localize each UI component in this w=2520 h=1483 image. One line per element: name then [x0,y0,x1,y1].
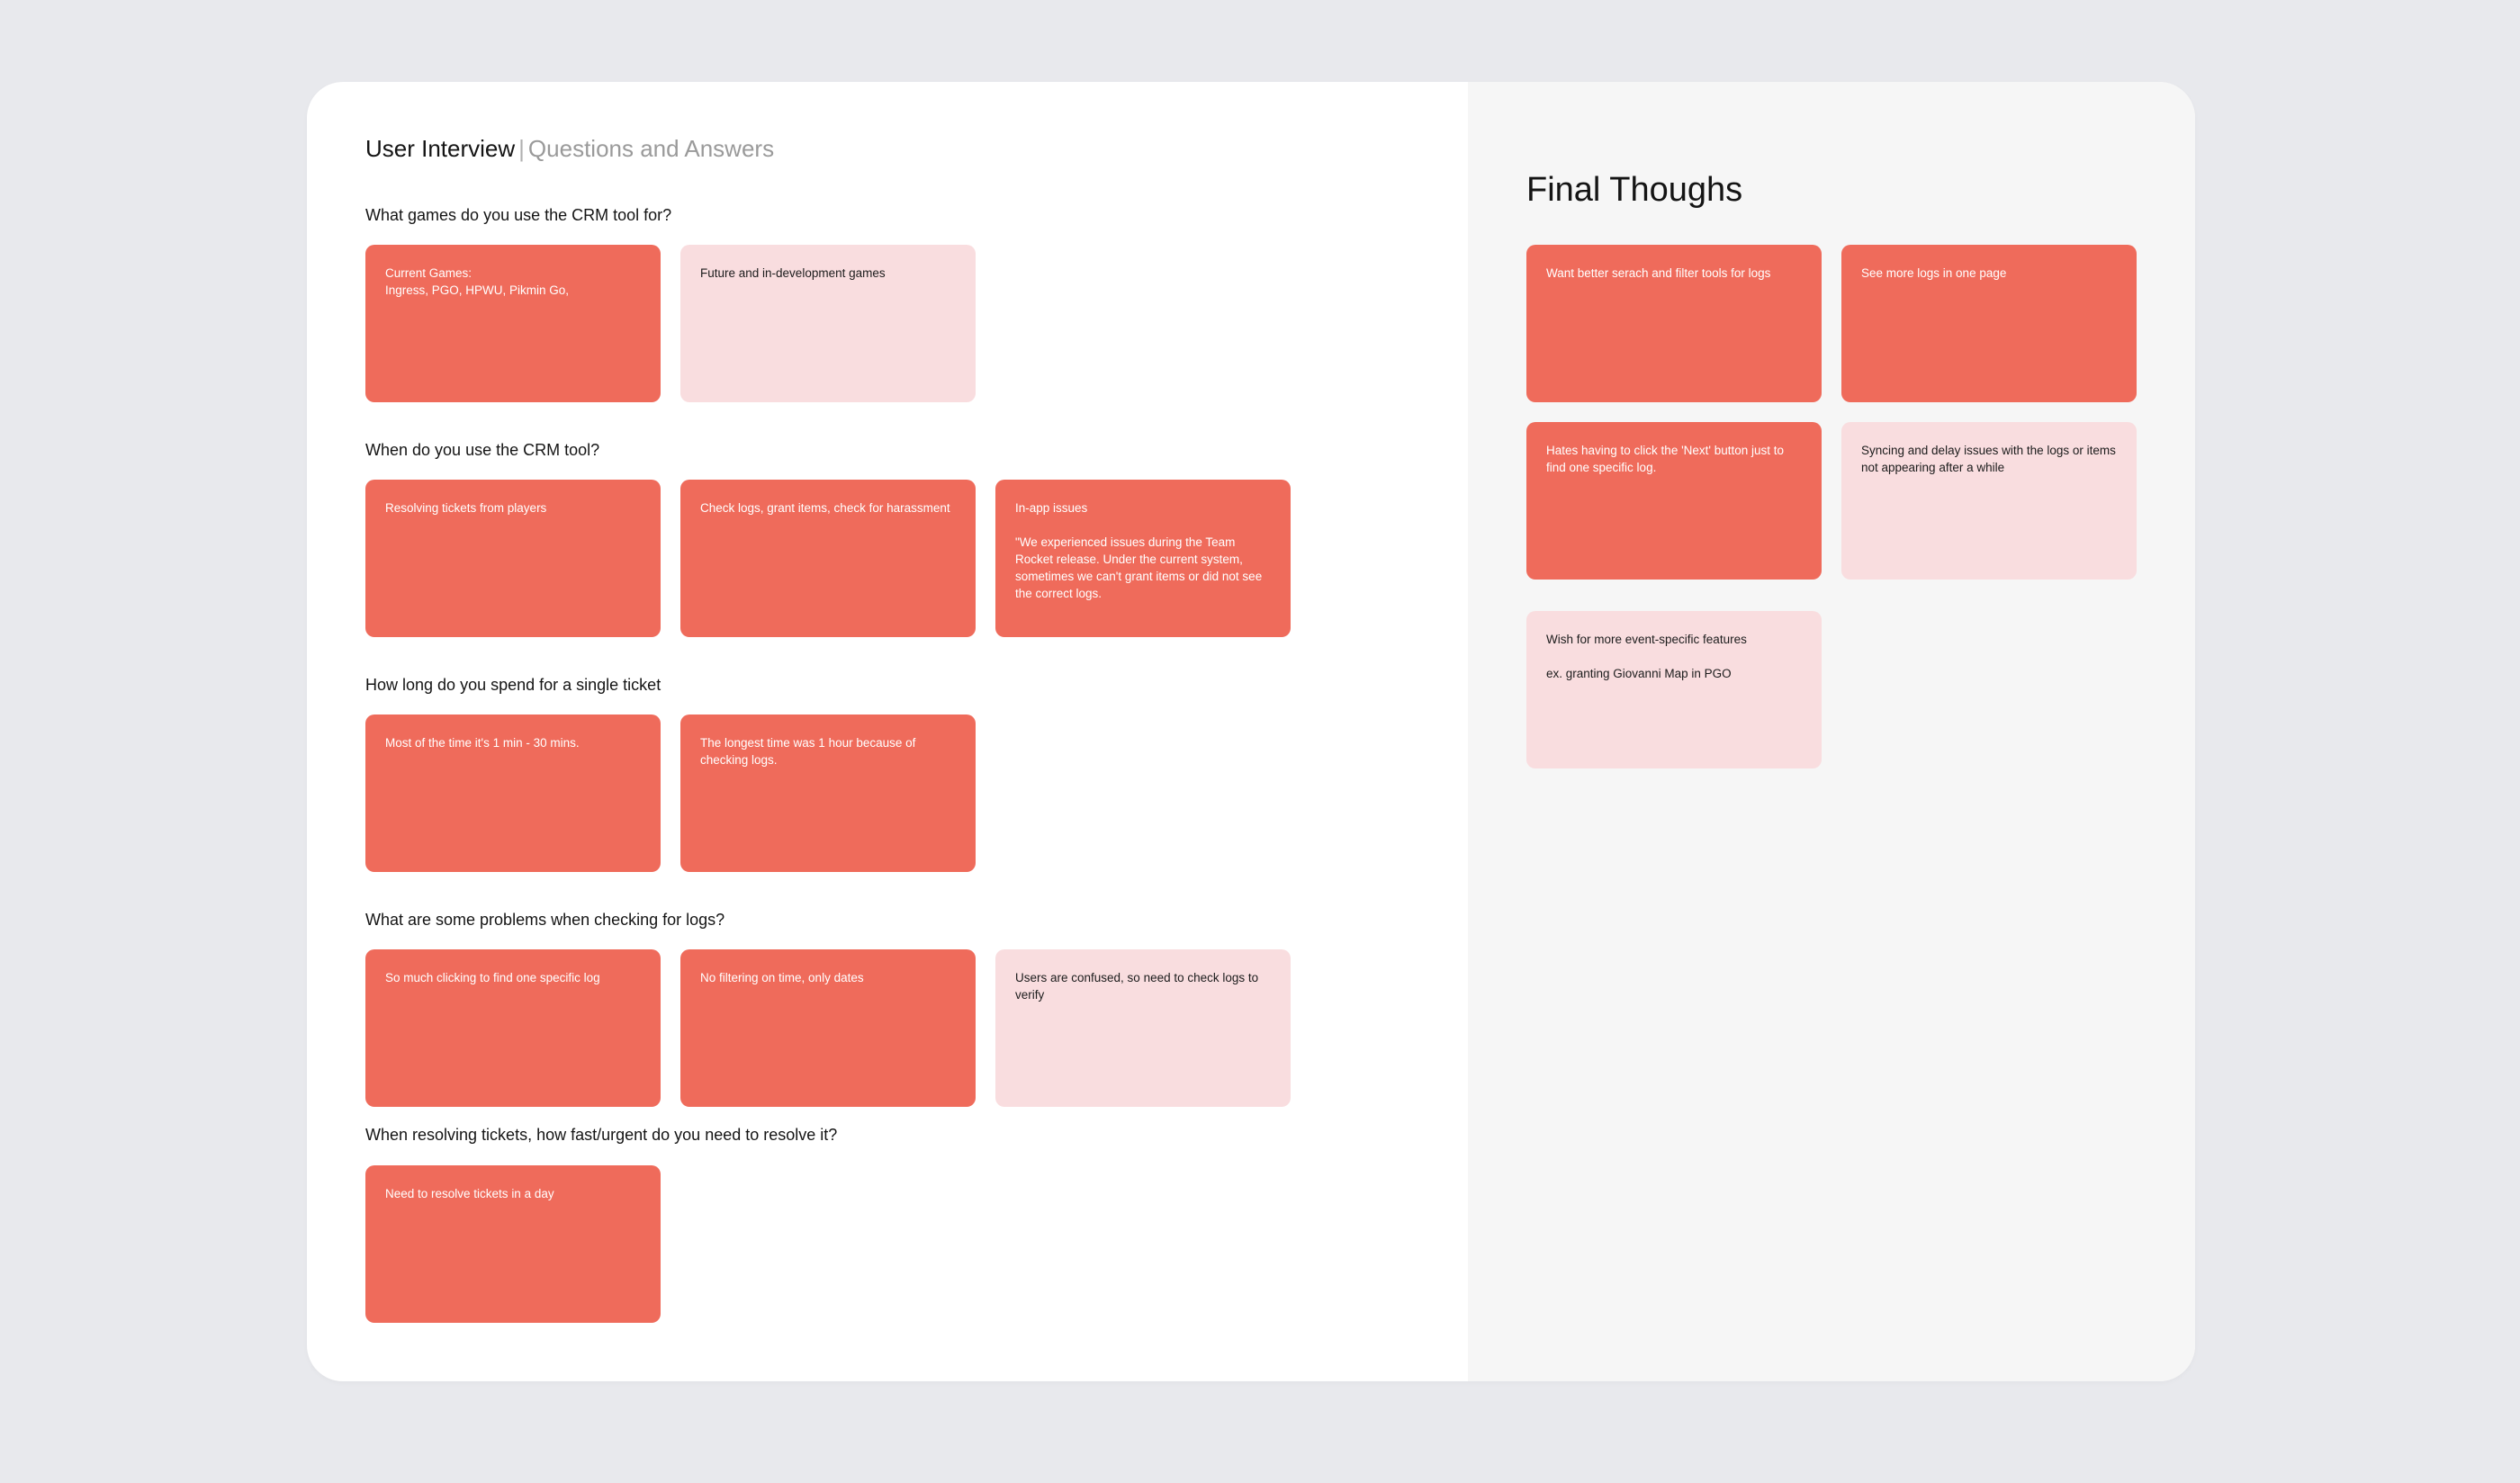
question-games: What games do you use the CRM tool for? [365,206,672,224]
sticky-note[interactable]: The longest time was 1 hour because of c… [680,715,976,872]
page-subtitle: Questions and Answers [527,135,775,162]
page-title: User Interview | Questions and Answers [365,121,774,175]
sticky-note[interactable]: Syncing and delay issues with the logs o… [1841,422,2137,580]
sticky-note-text: Syncing and delay issues with the logs o… [1861,444,2116,474]
sticky-note[interactable]: Most of the time it's 1 min - 30 mins. [365,715,661,872]
sticky-note-text: Future and in-development games [700,266,886,280]
sticky-note-text: Check logs, grant items, check for haras… [700,501,950,515]
sticky-note-text: Resolving tickets from players [385,501,547,515]
sticky-note-text: So much clicking to find one specific lo… [385,971,600,984]
question-log-problems: What are some problems when checking for… [365,911,725,929]
sticky-note[interactable]: Current Games: Ingress, PGO, HPWU, Pikmi… [365,245,661,402]
sticky-note[interactable]: So much clicking to find one specific lo… [365,949,661,1107]
sticky-note[interactable]: In-app issues "We experienced issues dur… [995,480,1291,637]
sticky-note-text: Need to resolve tickets in a day [385,1187,554,1200]
sticky-note-text: The longest time was 1 hour because of c… [700,736,916,767]
sticky-note[interactable]: Hates having to click the 'Next' button … [1526,422,1822,580]
sticky-note-text: Hates having to click the 'Next' button … [1546,444,1785,474]
sticky-note[interactable]: Resolving tickets from players [365,480,661,637]
sticky-note-text: See more logs in one page [1861,266,2007,280]
sticky-note[interactable]: Wish for more event-specific features ex… [1526,611,1822,768]
question-urgency: When resolving tickets, how fast/urgent … [365,1126,838,1144]
sticky-note[interactable]: Users are confused, so need to check log… [995,949,1291,1107]
sticky-note[interactable]: Future and in-development games [680,245,976,402]
sticky-note-text: In-app issues "We experienced issues dur… [1015,501,1263,600]
question-when-use: When do you use the CRM tool? [365,441,600,459]
question-time-spent: How long do you spend for a single ticke… [365,676,662,694]
sticky-note[interactable]: No filtering on time, only dates [680,949,976,1107]
interview-board: User Interview | Questions and Answers Wha… [307,82,2195,1381]
sticky-note[interactable]: Want better serach and filter tools for … [1526,245,1822,402]
sticky-note[interactable]: See more logs in one page [1841,245,2137,402]
sticky-note[interactable]: Check logs, grant items, check for haras… [680,480,976,637]
sticky-note-text: Current Games: Ingress, PGO, HPWU, Pikmi… [385,266,570,297]
sticky-note-text: Wish for more event-specific features ex… [1546,633,1747,680]
sticky-note-text: Most of the time it's 1 min - 30 mins. [385,736,580,750]
sticky-note[interactable]: Need to resolve tickets in a day [365,1165,661,1323]
title-separator: | [518,135,525,162]
sticky-note-text: Users are confused, so need to check log… [1015,971,1259,1002]
final-thoughts-title: Final Thoughs [1526,171,1743,209]
sticky-note-text: No filtering on time, only dates [700,971,864,984]
page-title-main: User Interview [365,135,516,162]
sticky-note-text: Want better serach and filter tools for … [1546,266,1771,280]
